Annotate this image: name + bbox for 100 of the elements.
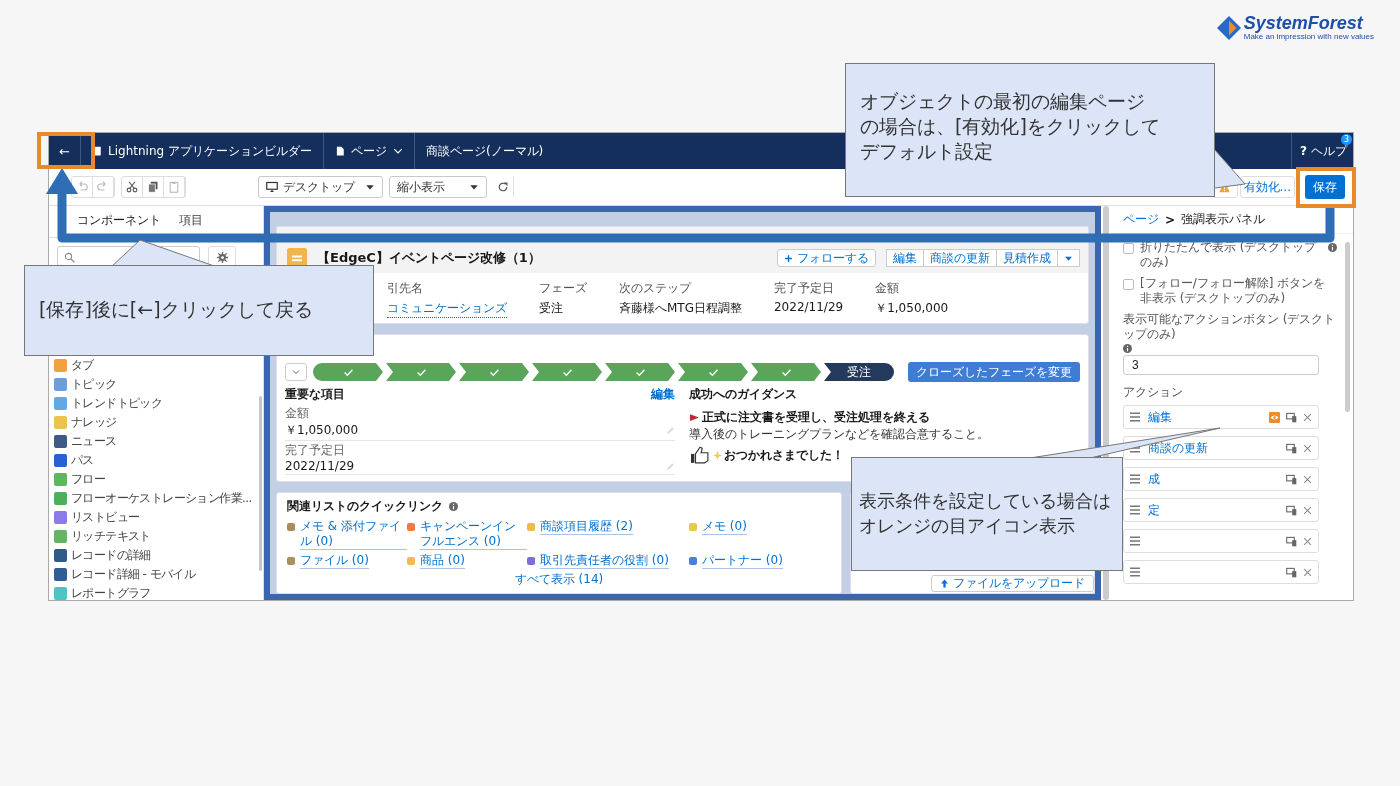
action-button[interactable]: 編集 [886,249,923,267]
field-label: 完了予定日 [774,280,835,297]
action-item[interactable]: 編集 [1123,405,1319,429]
component-item[interactable]: トレンドトピック [54,394,258,413]
close-icon[interactable] [1303,412,1312,422]
help-button[interactable]: ? ヘルプ 3 [1291,133,1353,169]
component-item[interactable]: レポートグラフ [54,584,258,600]
path-stage[interactable] [532,363,602,381]
checkbox[interactable] [1123,243,1134,254]
devices-icon [1286,442,1297,454]
breadcrumb-link[interactable]: ページ [1123,211,1159,228]
upload-button[interactable]: ファイルをアップロード [931,575,1094,592]
back-button[interactable]: ← [49,133,81,169]
view-select[interactable]: 縮小表示 [389,176,487,198]
quick-link[interactable]: メモ (0) [702,519,747,535]
logo-tagline: Make an impression with new values [1243,32,1374,41]
close-icon[interactable] [1303,505,1312,515]
number-field[interactable]: 3 [1123,355,1319,375]
path-stage[interactable] [605,363,675,381]
quick-link[interactable]: メモ & 添付ファイル (0) [300,519,407,550]
field-value: 2022/11/29 [285,459,355,473]
action-button[interactable]: 見積作成 [996,249,1057,267]
quick-link[interactable]: キャンペーンインフルエンス (0) [420,519,527,550]
drag-handle-icon [1130,567,1140,577]
action-button[interactable]: 商談の更新 [923,249,996,267]
quick-link[interactable]: 商品 (0) [420,553,465,569]
component-item[interactable]: ニュース [54,432,258,451]
drag-handle-icon [1130,474,1140,484]
close-icon[interactable] [1303,443,1312,453]
monitor-icon [266,181,278,193]
action-item[interactable] [1123,529,1319,553]
device-select[interactable]: デスクトップ [258,176,383,198]
field-label: 表示可能なアクションボタン (デスクトップのみ) [1123,312,1337,342]
quick-link[interactable]: パートナー (0) [702,553,783,569]
devices-icon [1286,411,1297,423]
action-link: 成 [1148,470,1160,488]
section-title: 重要な項目 [285,386,345,403]
settings-icon [216,251,228,263]
quick-link[interactable]: 取引先責任者の役割 (0) [540,553,669,569]
change-stage-button[interactable]: クローズしたフェーズを変更 [908,362,1080,382]
path-stage[interactable]: 受注 [824,363,894,381]
path-stage[interactable] [459,363,529,381]
edit-link[interactable]: 編集 [651,386,675,403]
path-stage[interactable] [678,363,748,381]
chevron-icon [292,368,300,376]
close-icon[interactable] [1303,567,1312,577]
record-title: 【EdgeC】イベントページ改修（1） [317,249,541,267]
component-item[interactable]: ナレッジ [54,413,258,432]
action-item[interactable]: 成 [1123,467,1319,491]
scrollbar[interactable] [259,396,262,571]
record-link[interactable]: コミュニケーションズ [387,300,507,318]
check-icon [343,367,353,377]
path-stage[interactable] [386,363,456,381]
plus-icon [784,253,793,263]
devices-icon [1286,473,1297,485]
field-value: 受注 [539,300,564,317]
component-item[interactable]: トピック [54,375,258,394]
page-menu[interactable]: ページ [323,133,415,169]
collapse-button[interactable] [285,363,307,381]
component-item[interactable]: フローオーケストレーション作業... [54,489,258,508]
close-icon[interactable] [1303,536,1312,546]
highlight-frame [1296,167,1356,208]
drag-handle-icon [1130,536,1140,546]
follow-button[interactable]: フォローする [777,249,876,267]
check-icon [489,367,499,377]
component-item[interactable]: レコード詳細 - モバイル [54,565,258,584]
component-item[interactable]: フロー [54,470,258,489]
save-button[interactable]: 保存 [1305,175,1345,199]
component-item[interactable]: パス [54,451,258,470]
breadcrumb-current: 強調表示パネル [1181,211,1266,228]
component-item[interactable]: タブ [54,356,258,375]
card-title: 関連リストのクイックリンク [287,498,443,515]
panel-tab[interactable]: 項目 [171,206,211,237]
diamond-logo-icon [1216,15,1241,40]
component-item[interactable]: レコードの詳細 [54,546,258,565]
show-all-link[interactable]: すべて表示 (14) [287,571,831,588]
devices-icon [1286,504,1297,516]
quick-link[interactable]: ファイル (0) [300,553,369,569]
component-item[interactable]: リストビュー [54,508,258,527]
action-item[interactable]: 定 [1123,498,1319,522]
check-icon [635,367,645,377]
action-item[interactable] [1123,560,1319,584]
field-label: 金額 [285,405,310,422]
scrollbar[interactable] [1345,242,1350,412]
quick-link[interactable]: 商談項目履歴 (2) [540,519,633,535]
close-icon[interactable] [1303,474,1312,484]
more-actions-button[interactable] [1057,249,1080,267]
settings-button[interactable] [208,246,236,268]
devices-icon [1286,566,1297,578]
path-stage[interactable] [313,363,383,381]
activate-button[interactable]: 有効化... [1239,176,1295,198]
flag-icon [689,413,700,422]
field-label: 次のステップ [619,280,693,297]
panel-tab[interactable]: コンポーネント [69,206,169,237]
component-item[interactable]: リッチテキスト [54,527,258,546]
field-value: ￥1,050,000 [285,422,359,439]
action-link: 編集 [1148,408,1172,426]
path-stage[interactable] [751,363,821,381]
check-icon [708,367,718,377]
checkbox[interactable] [1123,279,1134,290]
